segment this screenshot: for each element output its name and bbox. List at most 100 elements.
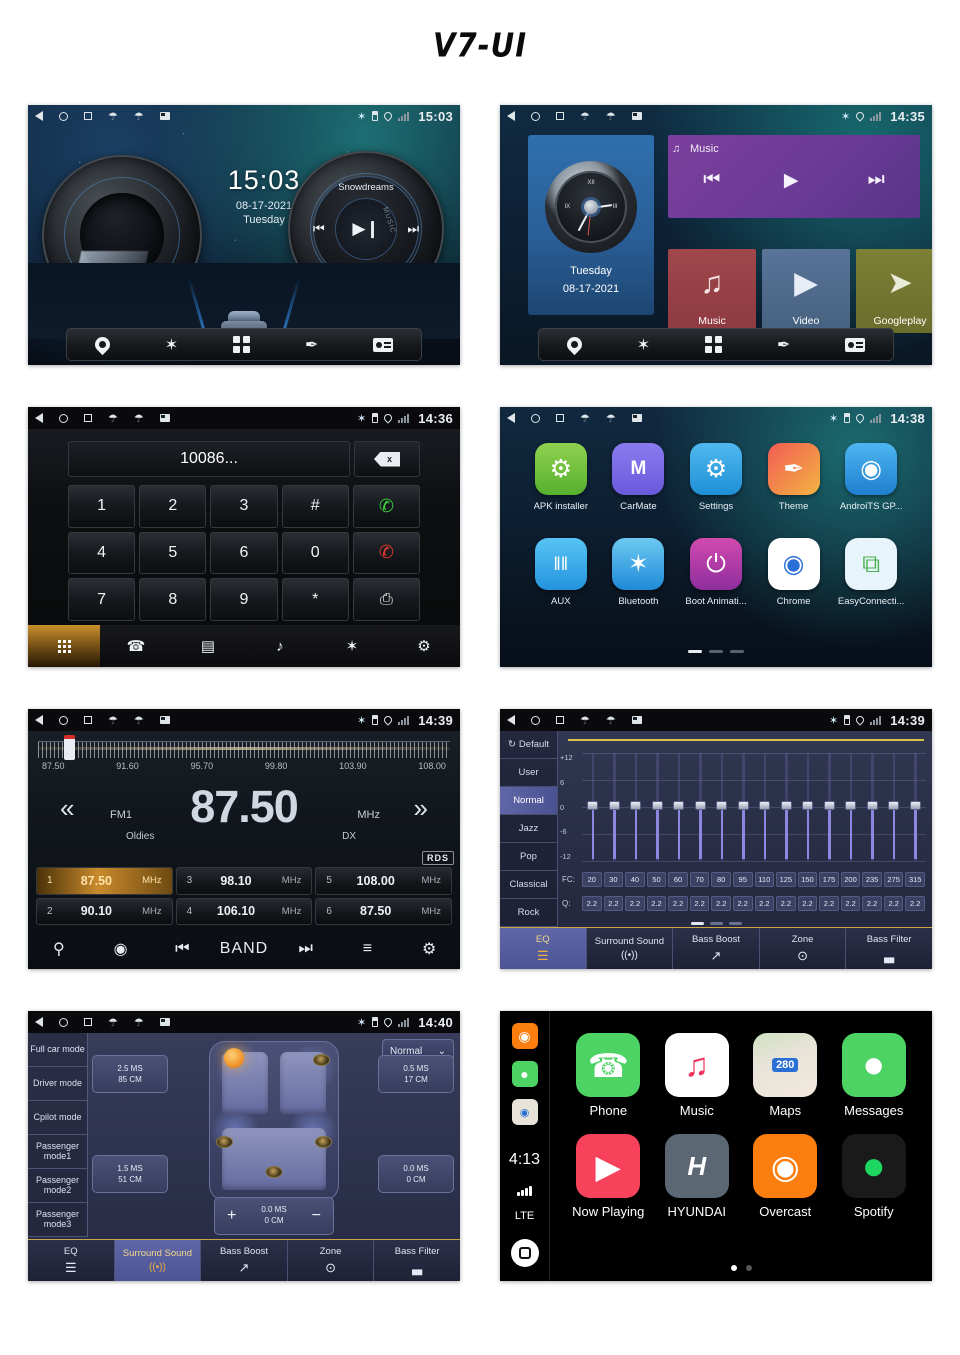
frequency-scale[interactable]: 87.50 91.60 95.70 99.80 103.90 108.00 — [38, 735, 450, 779]
tile-video[interactable]: ▶ Video — [762, 249, 850, 333]
next-track-button[interactable]: ⏭ — [868, 169, 885, 191]
panel-dialer-screen[interactable]: ☂ ☂ ✶ 14:36 10086... x 1 2 3 # ✆ 4 5 6 0… — [28, 407, 460, 667]
settings-icon[interactable]: ⚙ — [388, 625, 460, 667]
key-4[interactable]: 4 — [68, 531, 136, 575]
audio-tab-bar[interactable]: EQ ☰ Surround Sound ((•)) Bass Boost ↗ Z… — [500, 927, 932, 969]
slider-knob[interactable] — [888, 800, 900, 810]
eq-fc-cell[interactable]: 315 — [905, 872, 925, 887]
hangup-button[interactable]: ✆ — [352, 531, 420, 575]
eq-q-cell[interactable]: 2.2 — [668, 896, 688, 911]
contacts-icon[interactable]: ▤ — [172, 625, 244, 667]
eq-fc-cell[interactable]: 30 — [603, 872, 624, 887]
decrement-button[interactable]: − — [312, 1207, 321, 1225]
eq-preset-default[interactable]: ↻ Default — [500, 731, 557, 759]
eq-band-30[interactable] — [604, 753, 626, 861]
panel-home-screen[interactable]: ☂ ☂ ✶ 15:03 15:03 08-17-2021 Tuesday Sno… — [28, 105, 460, 365]
panel-carplay-screen[interactable]: ◉ ● ◉ 4:13 LTE ☎ Phone ♫ Music 280 Maps … — [500, 1011, 932, 1281]
app-bluetooth[interactable]: ✶ Bluetooth — [600, 538, 678, 607]
app-settings[interactable]: ⚙ Settings — [677, 443, 755, 512]
theme-icon[interactable]: ✒ — [305, 335, 318, 355]
messages-icon[interactable]: ● — [511, 1061, 538, 1087]
key-hash[interactable]: # — [281, 485, 349, 528]
page-dot[interactable] — [745, 1265, 752, 1271]
app-grid[interactable]: ⚙ APK installer M CarMate ⚙ Settings ✒ T… — [522, 443, 910, 607]
phone-number-input[interactable]: 10086... — [68, 441, 350, 477]
eq-q-row[interactable]: Q: 2.2 2.2 2.2 2.2 2.2 2.2 2.2 2.2 2.2 2.2 2.2 2.2 2… — [562, 896, 926, 911]
carplay-app-messages[interactable]: ● Messages — [830, 1033, 919, 1118]
eq-fc-cell[interactable]: 110 — [754, 872, 775, 887]
eq-band-315[interactable] — [905, 753, 927, 861]
search-icon[interactable]: ⚲ — [28, 939, 90, 959]
tab-zone[interactable]: Zone ⊙ — [760, 928, 847, 969]
call-button[interactable]: ✆ — [352, 485, 420, 528]
eq-preset-pop[interactable]: Pop — [500, 843, 557, 871]
play-pause-button[interactable]: ▶❙ — [352, 219, 379, 239]
page-dot[interactable] — [688, 650, 702, 653]
eq-sliders[interactable] — [582, 753, 926, 861]
page-indicator[interactable] — [500, 922, 932, 925]
slider-knob[interactable] — [823, 800, 835, 810]
eq-q-cell[interactable]: 2.2 — [711, 896, 731, 911]
eq-band-50[interactable] — [647, 753, 669, 861]
eq-q-cell[interactable]: 2.2 — [905, 896, 925, 911]
next-track-button[interactable]: ⏭ — [407, 221, 419, 237]
theme-icon[interactable]: ✒ — [777, 335, 790, 355]
analog-clock-widget[interactable]: XII III IX Tuesday 08-17-2021 — [528, 135, 654, 315]
eq-q-cell[interactable]: 2.2 — [754, 896, 775, 911]
panel-widget-screen[interactable]: ☂ ☂ ✶ 14:35 XII III IX Tuesday 08-17-202… — [500, 105, 932, 365]
bluetooth-icon[interactable]: ✶ — [637, 335, 650, 355]
eq-q-cell[interactable]: 2.2 — [625, 896, 645, 911]
page-indicator[interactable] — [500, 650, 932, 653]
eq-q-cell[interactable]: 2.2 — [862, 896, 882, 911]
slider-knob[interactable] — [759, 800, 771, 810]
tab-zone[interactable]: Zone ⊙ — [288, 1240, 375, 1281]
carplay-app-overcast[interactable]: ◉ Overcast — [741, 1134, 830, 1219]
preset-grid[interactable]: 1 87.50 MHz 3 98.10 MHz 5 108.00 MHz 2 9… — [36, 867, 452, 925]
eq-band-40[interactable] — [625, 753, 647, 861]
navigation-icon[interactable] — [91, 333, 113, 356]
tab-bass-boost[interactable]: Bass Boost ↗ — [673, 928, 760, 969]
delay-front-right[interactable]: 0.5 MS 17 CM — [378, 1055, 454, 1093]
tab-surround-sound[interactable]: Surround Sound ((•)) — [587, 928, 674, 969]
tab-bass-filter[interactable]: Bass Filter ▃ — [374, 1240, 460, 1281]
slider-knob[interactable] — [909, 800, 921, 810]
carplay-app-grid[interactable]: ☎ Phone ♫ Music 280 Maps ● Messages ▶ No… — [564, 1033, 918, 1219]
eq-q-cell[interactable]: 2.2 — [732, 896, 753, 911]
subwoofer-delay-stepper[interactable]: + 0.0 MS 0 CM − — [214, 1197, 334, 1235]
page-dot[interactable] — [709, 922, 723, 925]
slider-knob[interactable] — [866, 800, 878, 810]
listener-position-marker[interactable] — [224, 1048, 244, 1068]
app-easyconnection[interactable]: ⧉ EasyConnecti... — [832, 538, 910, 607]
slider-knob[interactable] — [673, 800, 685, 810]
home-icon[interactable] — [531, 111, 540, 121]
recents-icon[interactable] — [84, 112, 92, 120]
keypad-icon[interactable] — [28, 625, 100, 667]
tab-surround-sound[interactable]: Surround Sound ((•)) — [114, 1240, 202, 1281]
eq-fc-cell[interactable]: 70 — [689, 872, 710, 887]
tune-up-button[interactable]: » — [414, 793, 428, 824]
carplay-app-now-playing[interactable]: ▶ Now Playing — [564, 1134, 653, 1219]
preset-3[interactable]: 3 98.10 MHz — [175, 867, 313, 895]
carplay-app-spotify[interactable]: ● Spotify — [830, 1134, 919, 1219]
back-icon[interactable] — [507, 111, 515, 121]
key-star[interactable]: * — [281, 578, 349, 621]
app-chrome[interactable]: ◉ Chrome — [755, 538, 833, 607]
recents-icon[interactable] — [84, 414, 92, 422]
eq-band-200[interactable] — [840, 753, 862, 861]
tuner-marker[interactable] — [64, 735, 75, 760]
carplay-app-phone[interactable]: ☎ Phone — [564, 1033, 653, 1118]
eq-q-cell[interactable]: 2.2 — [883, 896, 904, 911]
eq-q-cell[interactable]: 2.2 — [689, 896, 710, 911]
key-9[interactable]: 9 — [210, 578, 278, 621]
page-dot[interactable] — [709, 650, 723, 653]
key-6[interactable]: 6 — [210, 531, 278, 575]
key-0[interactable]: 0 — [281, 531, 349, 575]
key-7[interactable]: 7 — [68, 578, 136, 621]
eq-band-150[interactable] — [797, 753, 819, 861]
prev-track-button[interactable]: ⏮ — [313, 221, 325, 237]
equalizer-icon[interactable]: ≡ — [337, 940, 399, 958]
settings-icon[interactable]: ⚙ — [398, 939, 460, 959]
prev-track-button[interactable]: ⏮ — [703, 169, 720, 191]
slider-knob[interactable] — [780, 800, 792, 810]
tile-googleplay[interactable]: ➤ Googleplay — [856, 249, 932, 333]
